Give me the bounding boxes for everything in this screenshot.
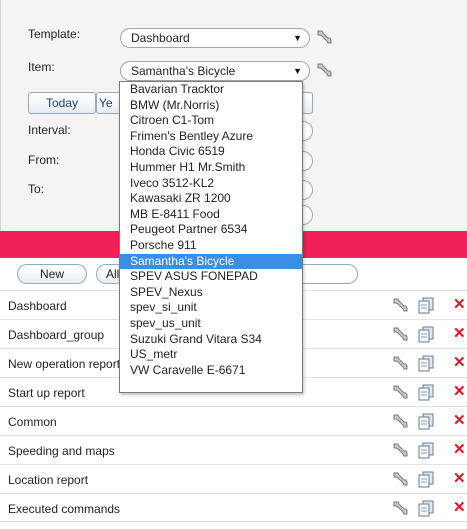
report-name[interactable]: Executed commands <box>8 502 120 516</box>
table-row[interactable]: Common ✕ <box>0 406 467 435</box>
dropdown-option[interactable]: Citroen C1-Tom <box>120 113 302 129</box>
copy-document-icon[interactable] <box>417 470 435 488</box>
dropdown-option[interactable]: Samantha's Bicycle <box>120 253 302 270</box>
item-label: Item: <box>28 60 55 74</box>
dropdown-option[interactable]: spev_us_unit <box>120 316 302 332</box>
new-button[interactable]: New <box>17 264 87 284</box>
wrench-icon[interactable] <box>391 354 409 372</box>
dropdown-option[interactable]: Hummer H1 Mr.Smith <box>120 160 302 176</box>
wrench-icon[interactable] <box>391 499 409 517</box>
report-name[interactable]: Dashboard_group <box>8 328 104 342</box>
dropdown-option[interactable]: US_metr <box>120 347 302 363</box>
item-select[interactable]: Samantha's Bicycle ▼ <box>120 61 310 81</box>
copy-document-icon[interactable] <box>417 412 435 430</box>
copy-document-icon[interactable] <box>417 325 435 343</box>
report-name[interactable]: Start up report <box>8 386 85 400</box>
report-name[interactable]: Common <box>8 415 57 429</box>
dropdown-option[interactable]: spev_si_unit <box>120 300 302 316</box>
dropdown-option[interactable]: VW Caravelle E-6671 <box>120 363 302 379</box>
item-dropdown-list[interactable]: Bavarian Tracktor BMW (Mr.Norris) Citroen … <box>119 81 303 393</box>
template-select[interactable]: Dashboard ▼ <box>120 28 310 48</box>
copy-document-icon[interactable] <box>417 383 435 401</box>
delete-x-icon[interactable]: ✕ <box>453 324 467 342</box>
chevron-down-icon: ▼ <box>293 33 302 43</box>
delete-x-icon[interactable]: ✕ <box>453 382 467 400</box>
report-name[interactable]: Speeding and maps <box>8 444 115 458</box>
wrench-icon[interactable] <box>391 470 409 488</box>
dropdown-option[interactable]: SPEV ASUS FONEPAD <box>120 269 302 285</box>
dropdown-option[interactable]: Kawasaki ZR 1200 <box>120 191 302 207</box>
table-row[interactable]: Executed commands ✕ <box>0 493 467 522</box>
report-name[interactable]: New operation report <box>8 357 120 371</box>
delete-x-icon[interactable]: ✕ <box>453 353 467 371</box>
dropdown-option[interactable]: Bavarian Tracktor <box>120 82 302 98</box>
from-label: From: <box>28 153 60 167</box>
dropdown-option[interactable]: Peugeot Partner 6534 <box>120 222 302 238</box>
interval-label: Interval: <box>28 123 71 137</box>
delete-x-icon[interactable]: ✕ <box>453 469 467 487</box>
template-select-value: Dashboard <box>131 31 190 45</box>
wrench-icon[interactable] <box>391 383 409 401</box>
wrench-icon[interactable] <box>391 296 409 314</box>
copy-document-icon[interactable] <box>417 296 435 314</box>
copy-document-icon[interactable] <box>417 441 435 459</box>
chevron-down-icon: ▼ <box>293 66 302 76</box>
wrench-icon[interactable] <box>315 28 333 46</box>
today-button[interactable]: Today <box>28 92 96 114</box>
dropdown-option[interactable]: SPEV_Nexus <box>120 285 302 301</box>
delete-x-icon[interactable]: ✕ <box>453 498 467 516</box>
item-select-value: Samantha's Bicycle <box>131 64 236 78</box>
dropdown-option[interactable]: Iveco 3512-KL2 <box>120 176 302 192</box>
dropdown-option[interactable]: Suzuki Grand Vitara S34 <box>120 332 302 348</box>
delete-x-icon[interactable]: ✕ <box>453 440 467 458</box>
wrench-icon[interactable] <box>315 61 333 79</box>
table-row[interactable]: Location report ✕ <box>0 464 467 493</box>
wrench-icon[interactable] <box>391 325 409 343</box>
dropdown-option[interactable]: BMW (Mr.Norris) <box>120 98 302 114</box>
dropdown-option[interactable]: MB E-8411 Food <box>120 207 302 223</box>
dropdown-option[interactable]: Porsche 911 <box>120 238 302 254</box>
template-label: Template: <box>28 27 81 41</box>
report-name[interactable]: Dashboard <box>8 299 67 313</box>
delete-x-icon[interactable]: ✕ <box>453 411 467 429</box>
dropdown-option[interactable]: Honda Civic 6519 <box>120 144 302 160</box>
delete-x-icon[interactable]: ✕ <box>453 295 467 313</box>
wrench-icon[interactable] <box>391 441 409 459</box>
wrench-icon[interactable] <box>391 412 409 430</box>
copy-document-icon[interactable] <box>417 499 435 517</box>
copy-document-icon[interactable] <box>417 354 435 372</box>
table-row[interactable]: Speeding and maps ✕ <box>0 435 467 464</box>
report-name[interactable]: Location report <box>8 473 88 487</box>
dropdown-option[interactable]: Frimen's Bentley Azure <box>120 129 302 145</box>
to-label: To: <box>28 182 45 196</box>
